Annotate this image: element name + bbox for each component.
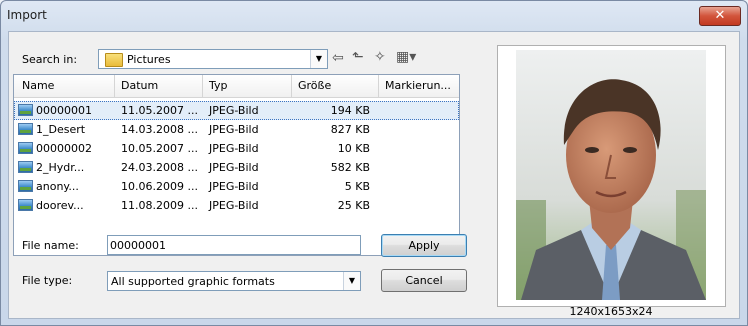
image-file-icon bbox=[18, 161, 33, 173]
image-file-icon bbox=[18, 123, 33, 135]
file-date: 24.03.2008 ... bbox=[121, 161, 198, 174]
file-size: 194 KB bbox=[330, 104, 370, 117]
view-menu-icon[interactable]: ▦▾ bbox=[396, 49, 416, 65]
search-in-value: Pictures bbox=[127, 53, 171, 66]
column-divider[interactable] bbox=[114, 75, 115, 97]
file-type: JPEG-Bild bbox=[209, 142, 259, 155]
file-name-label: File name: bbox=[22, 239, 79, 252]
file-row[interactable]: doorev... 11.08.2009 ... JPEG-Bild 25 KB bbox=[14, 196, 459, 215]
column-header-date[interactable]: Datum bbox=[121, 79, 158, 93]
file-type-label: File type: bbox=[22, 274, 73, 287]
new-folder-icon[interactable]: ✧ bbox=[374, 49, 386, 65]
file-type: JPEG-Bild bbox=[209, 161, 259, 174]
file-name: anony... bbox=[36, 180, 79, 193]
chevron-down-icon[interactable]: ▼ bbox=[310, 50, 327, 68]
file-type: JPEG-Bild bbox=[209, 123, 259, 136]
column-header-markierung[interactable]: Markierun... bbox=[385, 79, 451, 93]
file-name: 00000002 bbox=[36, 142, 92, 155]
file-row[interactable]: anony... 10.06.2009 ... JPEG-Bild 5 KB bbox=[14, 177, 459, 196]
list-header: Name Datum Typ Größe Markierun... bbox=[14, 75, 459, 98]
file-row[interactable]: 2_Hydr... 24.03.2008 ... JPEG-Bild 582 K… bbox=[14, 158, 459, 177]
dialog-title: Import bbox=[7, 8, 47, 22]
column-divider[interactable] bbox=[202, 75, 203, 97]
file-size: 582 KB bbox=[330, 161, 370, 174]
up-folder-icon[interactable]: ⬑ bbox=[352, 49, 364, 65]
file-size: 25 KB bbox=[337, 199, 370, 212]
file-date: 10.05.2007 ... bbox=[121, 142, 198, 155]
column-header-size[interactable]: Größe bbox=[298, 79, 331, 93]
file-type: JPEG-Bild bbox=[209, 180, 259, 193]
apply-button[interactable]: Apply bbox=[381, 234, 467, 257]
column-header-name[interactable]: Name bbox=[22, 79, 54, 93]
file-size: 827 KB bbox=[330, 123, 370, 136]
close-button[interactable]: ✕ bbox=[699, 6, 741, 26]
file-name: 1_Desert bbox=[36, 123, 86, 136]
file-date: 10.06.2009 ... bbox=[121, 180, 198, 193]
column-divider[interactable] bbox=[378, 75, 379, 97]
search-in-combo[interactable]: Pictures ▼ bbox=[98, 49, 328, 69]
file-date: 11.05.2007 ... bbox=[121, 104, 198, 117]
chevron-down-icon[interactable]: ▼ bbox=[343, 272, 360, 290]
column-divider[interactable] bbox=[291, 75, 292, 97]
image-file-icon bbox=[18, 199, 33, 211]
back-icon[interactable]: ⇦ bbox=[332, 50, 344, 66]
file-type-value: All supported graphic formats bbox=[111, 275, 275, 288]
file-row[interactable]: 00000002 10.05.2007 ... JPEG-Bild 10 KB bbox=[14, 139, 459, 158]
file-name: 2_Hydr... bbox=[36, 161, 85, 174]
preview-image bbox=[516, 50, 706, 300]
title-bar[interactable]: Import ✕ bbox=[1, 1, 747, 31]
file-date: 11.08.2009 ... bbox=[121, 199, 198, 212]
file-type-select[interactable]: All supported graphic formats ▼ bbox=[107, 271, 361, 291]
image-file-icon bbox=[18, 104, 33, 116]
file-row[interactable]: 1_Desert 14.03.2008 ... JPEG-Bild 827 KB bbox=[14, 120, 459, 139]
file-type: JPEG-Bild bbox=[209, 199, 259, 212]
image-dimensions: 1240x1653x24 bbox=[569, 305, 653, 318]
folder-icon bbox=[105, 53, 123, 67]
column-header-type[interactable]: Typ bbox=[209, 79, 228, 93]
cancel-button[interactable]: Cancel bbox=[381, 269, 467, 292]
file-list[interactable]: Name Datum Typ Größe Markierun... 000000… bbox=[13, 74, 460, 256]
image-file-icon bbox=[18, 180, 33, 192]
file-name: 00000001 bbox=[36, 104, 92, 117]
file-row[interactable]: 00000001 11.05.2007 ... JPEG-Bild 194 KB bbox=[14, 101, 459, 120]
image-file-icon bbox=[18, 142, 33, 154]
file-name-input[interactable]: 00000001 bbox=[107, 235, 361, 255]
file-name: doorev... bbox=[36, 199, 84, 212]
file-size: 10 KB bbox=[337, 142, 370, 155]
file-size: 5 KB bbox=[344, 180, 370, 193]
file-type: JPEG-Bild bbox=[209, 104, 259, 117]
file-date: 14.03.2008 ... bbox=[121, 123, 198, 136]
search-in-label: Search in: bbox=[22, 53, 78, 66]
